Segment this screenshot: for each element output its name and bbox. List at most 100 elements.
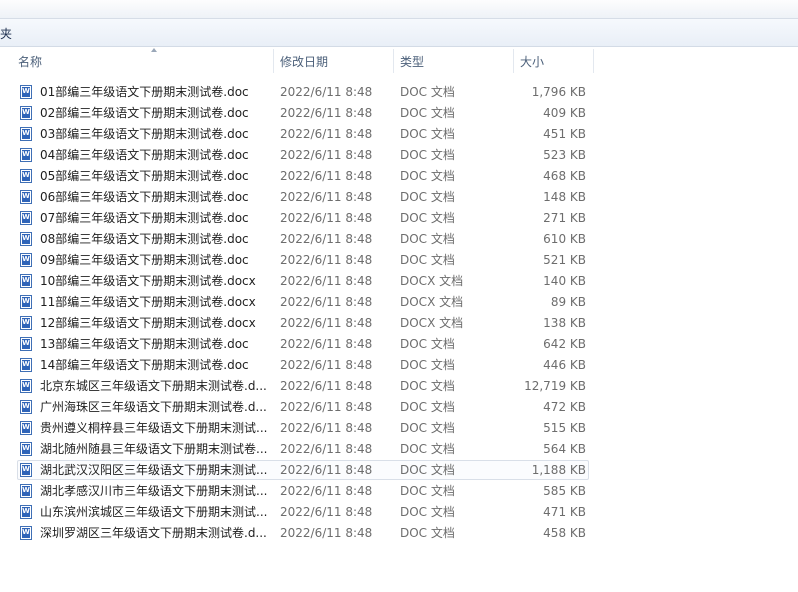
file-name: 湖北孝感汉川市三年级语文下册期末测试... (40, 484, 268, 498)
file-row[interactable]: 01部编三年级语文下册期末测试卷.doc 2022/6/11 8:48 DOC 文档… (0, 82, 798, 103)
file-type: DOC 文档 (400, 253, 455, 267)
word-document-icon (20, 211, 32, 225)
file-date: 2022/6/11 8:48 (280, 442, 373, 456)
file-row[interactable]: 07部编三年级语文下册期末测试卷.doc 2022/6/11 8:48 DOC 文档… (0, 208, 798, 229)
file-name: 贵州遵义桐梓县三年级语文下册期末测试... (40, 421, 268, 435)
file-date: 2022/6/11 8:48 (280, 232, 373, 246)
file-size: 1,796 KB (531, 85, 586, 99)
file-row[interactable]: 11部编三年级语文下册期末测试卷.docx 2022/6/11 8:48 DOCX … (0, 292, 798, 313)
file-name: 01部编三年级语文下册期末测试卷.doc (40, 85, 249, 99)
word-document-icon (20, 295, 32, 309)
file-date: 2022/6/11 8:48 (280, 505, 373, 519)
file-size: 642 KB (543, 337, 586, 351)
file-name: 13部编三年级语文下册期末测试卷.doc (40, 337, 249, 351)
file-size: 451 KB (543, 127, 586, 141)
file-date: 2022/6/11 8:48 (280, 358, 373, 372)
file-name: 06部编三年级语文下册期末测试卷.doc (40, 190, 249, 204)
new-folder-button[interactable]: 夹 (0, 25, 12, 42)
file-date: 2022/6/11 8:48 (280, 295, 373, 309)
column-header-name-label: 名称 (18, 55, 43, 69)
file-size: 471 KB (543, 505, 586, 519)
file-type: DOC 文档 (400, 442, 455, 456)
file-type: DOC 文档 (400, 85, 455, 99)
file-name: 02部编三年级语文下册期末测试卷.doc (40, 106, 249, 120)
file-row[interactable]: 03部编三年级语文下册期末测试卷.doc 2022/6/11 8:48 DOC 文档… (0, 124, 798, 145)
file-name: 湖北武汉汉阳区三年级语文下册期末测试... (40, 463, 268, 477)
file-name: 05部编三年级语文下册期末测试卷.doc (40, 169, 249, 183)
file-row[interactable]: 09部编三年级语文下册期末测试卷.doc 2022/6/11 8:48 DOC 文档… (0, 250, 798, 271)
file-type: DOC 文档 (400, 127, 455, 141)
word-document-icon (20, 274, 32, 288)
file-row[interactable]: 10部编三年级语文下册期末测试卷.docx 2022/6/11 8:48 DOCX … (0, 271, 798, 292)
word-document-icon (20, 400, 32, 414)
file-size: 409 KB (543, 106, 586, 120)
file-type: DOC 文档 (400, 106, 455, 120)
file-date: 2022/6/11 8:48 (280, 190, 373, 204)
file-row[interactable]: 湖北武汉汉阳区三年级语文下册期末测试... 2022/6/11 8:48 DOC 文… (0, 460, 798, 481)
file-type: DOC 文档 (400, 421, 455, 435)
file-date: 2022/6/11 8:48 (280, 526, 373, 540)
file-size: 515 KB (543, 421, 586, 435)
file-size: 148 KB (543, 190, 586, 204)
column-header-date[interactable]: 修改日期 (274, 47, 394, 74)
file-row[interactable]: 02部编三年级语文下册期末测试卷.doc 2022/6/11 8:48 DOC 文档… (0, 103, 798, 124)
file-row[interactable]: 湖北孝感汉川市三年级语文下册期末测试... 2022/6/11 8:48 DOC 文… (0, 481, 798, 502)
column-header-name[interactable]: 名称 (12, 47, 274, 74)
file-name: 08部编三年级语文下册期末测试卷.doc (40, 232, 249, 246)
column-header-size[interactable]: 大小 (514, 47, 594, 74)
word-document-icon (20, 232, 32, 246)
file-size: 271 KB (543, 211, 586, 225)
column-header-type[interactable]: 类型 (394, 47, 514, 74)
file-date: 2022/6/11 8:48 (280, 379, 373, 393)
file-name: 北京东城区三年级语文下册期末测试卷.d... (40, 379, 267, 393)
file-name: 03部编三年级语文下册期末测试卷.doc (40, 127, 249, 141)
word-document-icon (20, 316, 32, 330)
file-row[interactable]: 贵州遵义桐梓县三年级语文下册期末测试... 2022/6/11 8:48 DOC 文… (0, 418, 798, 439)
file-date: 2022/6/11 8:48 (280, 253, 373, 267)
file-type: DOC 文档 (400, 190, 455, 204)
file-date: 2022/6/11 8:48 (280, 484, 373, 498)
word-document-icon (20, 505, 32, 519)
file-row[interactable]: 北京东城区三年级语文下册期末测试卷.d... 2022/6/11 8:48 DOC … (0, 376, 798, 397)
word-document-icon (20, 190, 32, 204)
file-row[interactable]: 06部编三年级语文下册期末测试卷.doc 2022/6/11 8:48 DOC 文档… (0, 187, 798, 208)
file-row[interactable]: 广州海珠区三年级语文下册期末测试卷.d... 2022/6/11 8:48 DOC … (0, 397, 798, 418)
file-name: 广州海珠区三年级语文下册期末测试卷.d... (40, 400, 267, 414)
file-row[interactable]: 14部编三年级语文下册期末测试卷.doc 2022/6/11 8:48 DOC 文档… (0, 355, 798, 376)
file-size: 1,188 KB (531, 463, 586, 477)
file-size: 140 KB (543, 274, 586, 288)
file-type: DOC 文档 (400, 148, 455, 162)
file-row[interactable]: 05部编三年级语文下册期末测试卷.doc 2022/6/11 8:48 DOC 文档… (0, 166, 798, 187)
file-size: 12,719 KB (524, 379, 586, 393)
window-top-strip (0, 0, 798, 19)
file-date: 2022/6/11 8:48 (280, 106, 373, 120)
file-type: DOC 文档 (400, 379, 455, 393)
column-header-size-label: 大小 (520, 55, 545, 69)
file-name: 09部编三年级语文下册期末测试卷.doc (40, 253, 249, 267)
file-name: 深圳罗湖区三年级语文下册期末测试卷.d... (40, 526, 267, 540)
file-row[interactable]: 08部编三年级语文下册期末测试卷.doc 2022/6/11 8:48 DOC 文档… (0, 229, 798, 250)
sort-ascending-icon (151, 48, 157, 52)
file-size: 472 KB (543, 400, 586, 414)
file-size: 138 KB (543, 316, 586, 330)
file-size: 585 KB (543, 484, 586, 498)
file-size: 446 KB (543, 358, 586, 372)
file-name: 10部编三年级语文下册期末测试卷.docx (40, 274, 256, 288)
file-name: 12部编三年级语文下册期末测试卷.docx (40, 316, 256, 330)
toolbar: 夹 (0, 19, 798, 47)
column-divider[interactable] (593, 49, 594, 73)
word-document-icon (20, 484, 32, 498)
file-row[interactable]: 湖北随州随县三年级语文下册期末测试卷... 2022/6/11 8:48 DOC 文… (0, 439, 798, 460)
file-row[interactable]: 深圳罗湖区三年级语文下册期末测试卷.d... 2022/6/11 8:48 DOC … (0, 523, 798, 544)
file-row[interactable]: 13部编三年级语文下册期末测试卷.doc 2022/6/11 8:48 DOC 文档… (0, 334, 798, 355)
file-date: 2022/6/11 8:48 (280, 421, 373, 435)
word-document-icon (20, 379, 32, 393)
file-row[interactable]: 12部编三年级语文下册期末测试卷.docx 2022/6/11 8:48 DOCX … (0, 313, 798, 334)
file-name: 04部编三年级语文下册期末测试卷.doc (40, 148, 249, 162)
word-document-icon (20, 148, 32, 162)
file-type: DOC 文档 (400, 400, 455, 414)
file-row[interactable]: 04部编三年级语文下册期末测试卷.doc 2022/6/11 8:48 DOC 文档… (0, 145, 798, 166)
file-size: 610 KB (543, 232, 586, 246)
file-size: 89 KB (550, 295, 586, 309)
file-row[interactable]: 山东滨州滨城区三年级语文下册期末测试... 2022/6/11 8:48 DOC 文… (0, 502, 798, 523)
